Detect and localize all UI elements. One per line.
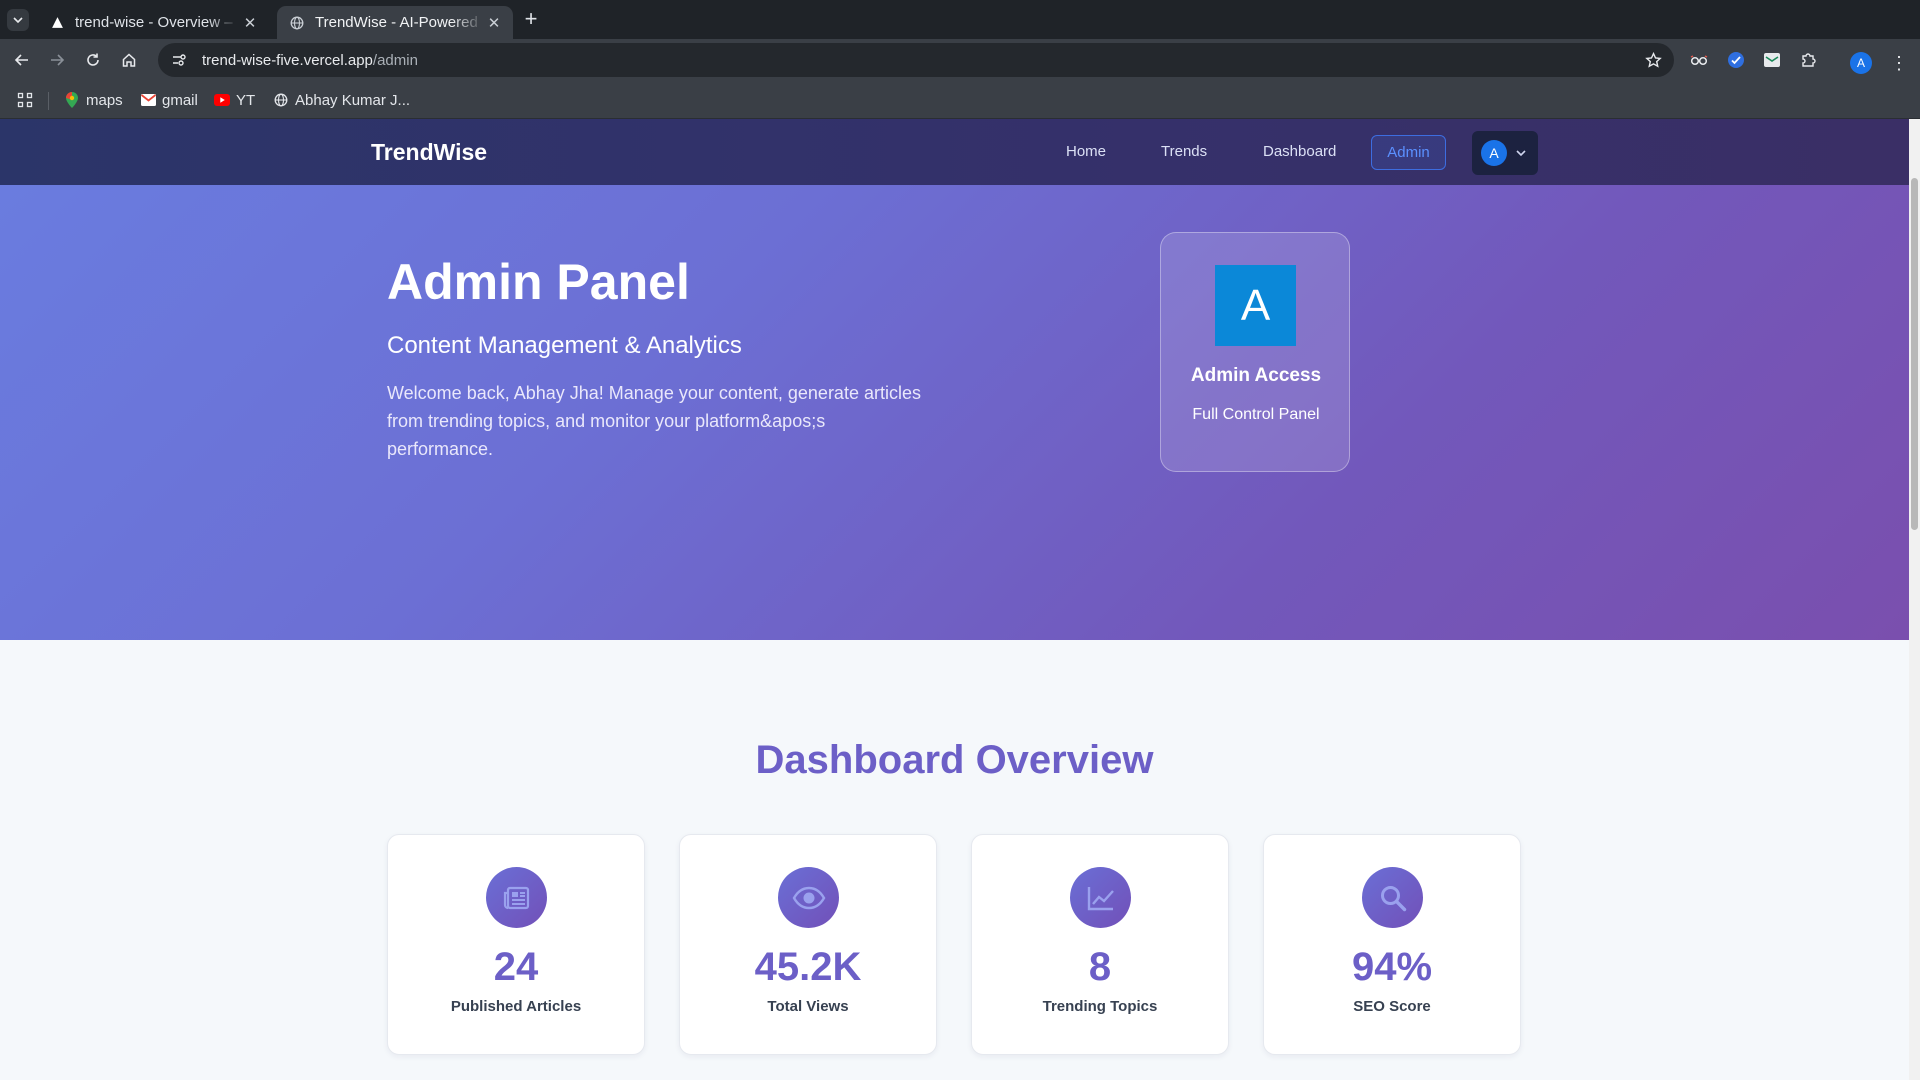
vercel-triangle-icon (49, 15, 65, 31)
browser-tab-active[interactable]: TrendWise - AI-Powered ✕ (277, 6, 513, 39)
close-icon[interactable]: ✕ (241, 14, 259, 32)
page-title: Admin Panel (387, 254, 690, 310)
avatar: A (1481, 140, 1507, 166)
chevron-down-icon (13, 17, 23, 24)
trend-chart-icon (1070, 867, 1131, 928)
stat-card-seo: 94% SEO Score (1263, 834, 1521, 1055)
mail-extension-icon[interactable] (1762, 50, 1782, 70)
stat-card-articles: 24 Published Articles (387, 834, 645, 1055)
bookmark-label: Abhay Kumar J... (295, 91, 411, 109)
tab-search-button[interactable] (7, 9, 29, 31)
globe-icon (289, 15, 305, 31)
admin-logo: A (1215, 265, 1296, 346)
newspaper-icon (486, 867, 547, 928)
bookmark-label: maps (86, 91, 123, 109)
stat-label: Trending Topics (1042, 998, 1158, 1015)
page-viewport: TrendWise Home Trends Dashboard Admin A … (0, 119, 1909, 1080)
bookmark-youtube[interactable]: YT (214, 90, 255, 110)
dashboard-overview-section: Dashboard Overview 24 Published Articles… (0, 640, 1909, 1080)
reload-icon[interactable] (81, 48, 105, 72)
close-icon[interactable]: ✕ (485, 14, 503, 32)
browser-toolbar: trend-wise-five.vercel.app/admin (0, 39, 1920, 81)
site-navbar: TrendWise Home Trends Dashboard Admin A (0, 119, 1909, 185)
bookmarks-separator (48, 92, 49, 110)
back-icon[interactable] (10, 48, 34, 72)
admin-access-card: A Admin Access Full Control Panel (1160, 232, 1350, 472)
admin-access-title: Admin Access (1190, 365, 1322, 386)
eye-icon (778, 867, 839, 928)
brand-logo[interactable]: TrendWise (371, 139, 487, 166)
home-icon[interactable] (117, 48, 141, 72)
page-subtitle: Content Management & Analytics (387, 332, 742, 359)
bookmarks-bar: maps gmail YT Abhay Kumar J... (0, 81, 1920, 119)
hero-section: Admin Panel Content Management & Analyti… (0, 185, 1909, 640)
site-info-icon[interactable] (166, 47, 192, 73)
stat-value: 24 (493, 945, 539, 989)
globe-icon (273, 92, 289, 108)
tab-title: trend-wise - Overview – (75, 14, 233, 31)
address-bar[interactable]: trend-wise-five.vercel.app/admin (158, 43, 1674, 77)
gmail-icon (140, 92, 156, 108)
glasses-extension-icon[interactable] (1689, 50, 1709, 70)
new-tab-button[interactable]: + (520, 8, 542, 31)
user-menu-button[interactable]: A (1472, 131, 1538, 175)
url-text: trend-wise-five.vercel.app/admin (202, 52, 418, 69)
stat-value: 8 (1088, 945, 1112, 989)
stat-card-views: 45.2K Total Views (679, 834, 937, 1055)
bookmark-abhay[interactable]: Abhay Kumar J... (273, 90, 410, 110)
section-heading: Dashboard Overview (755, 738, 1154, 782)
bookmark-maps[interactable]: maps (64, 90, 123, 110)
more-menu-icon[interactable]: ⋮ (1888, 52, 1910, 74)
url-host: trend-wise-five.vercel.app (202, 51, 373, 69)
puzzle-extensions-icon[interactable] (1799, 50, 1819, 70)
browser-tab[interactable]: trend-wise - Overview – ✕ (37, 6, 269, 39)
chevron-down-icon (1515, 147, 1527, 159)
tab-title: TrendWise - AI-Powered (315, 14, 478, 31)
url-path: /admin (372, 51, 418, 69)
bookmark-label: gmail (162, 91, 198, 109)
nav-link-dashboard[interactable]: Dashboard (1263, 143, 1336, 160)
scrollbar-thumb[interactable] (1911, 178, 1918, 530)
browser-tab-strip: trend-wise - Overview – ✕ TrendWise - AI… (0, 0, 1920, 39)
welcome-description: Welcome back, Abhay Jha! Manage your con… (387, 383, 921, 459)
bookmark-gmail[interactable]: gmail (140, 90, 198, 110)
youtube-icon (214, 92, 230, 108)
stat-value: 45.2K (754, 945, 862, 989)
apps-grid-icon[interactable] (17, 90, 33, 110)
stat-card-trending: 8 Trending Topics (971, 834, 1229, 1055)
stat-label: SEO Score (1353, 998, 1431, 1015)
maps-pin-icon (64, 92, 80, 108)
admin-access-subtitle: Full Control Panel (1192, 406, 1320, 423)
stat-label: Published Articles (450, 998, 582, 1015)
browser-profile-avatar[interactable]: A (1850, 52, 1872, 74)
bookmark-label: YT (236, 91, 256, 109)
stat-value: 94% (1351, 945, 1433, 989)
nav-link-trends[interactable]: Trends (1161, 143, 1207, 160)
search-icon (1362, 867, 1423, 928)
shield-check-extension-icon[interactable] (1726, 50, 1746, 70)
forward-icon[interactable] (45, 48, 69, 72)
nav-link-home[interactable]: Home (1066, 143, 1106, 160)
nav-link-admin[interactable]: Admin (1371, 135, 1446, 170)
bookmark-star-icon[interactable] (1642, 49, 1664, 71)
stat-label: Total Views (767, 998, 849, 1015)
